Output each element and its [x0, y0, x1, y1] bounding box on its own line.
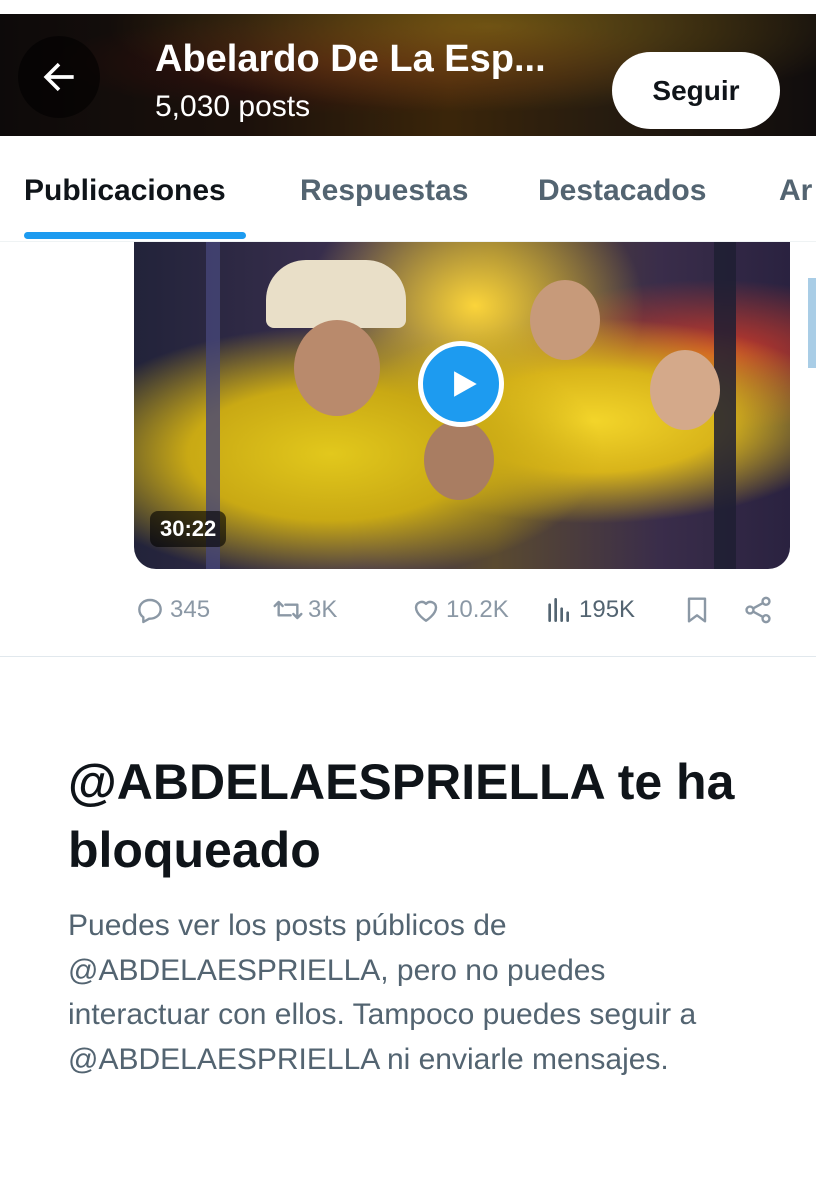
profile-tabs: Publicaciones Respuestas Destacados Ar [0, 136, 816, 242]
tab-destacados[interactable]: Destacados [538, 174, 706, 208]
blocked-description: Puedes ver los posts públicos de @ABDELA… [68, 909, 697, 1076]
bar-chart-icon [548, 598, 569, 622]
reply-button[interactable]: 345 [134, 588, 210, 632]
arrow-left-icon [43, 62, 74, 92]
repost-icon [273, 600, 303, 620]
video-scene-face [530, 280, 600, 360]
play-icon [454, 371, 477, 397]
video-duration: 30:22 [150, 511, 227, 547]
bookmark-icon [687, 597, 707, 623]
next-media-peek [808, 278, 816, 368]
video-scene-face [650, 350, 720, 430]
like-count: 10.2K [446, 596, 509, 623]
tab-publicaciones[interactable]: Publicaciones [24, 174, 226, 208]
repost-button[interactable]: 3K [272, 588, 337, 632]
reply-count: 345 [170, 596, 211, 623]
section-divider [0, 656, 816, 657]
tab-respuestas[interactable]: Respuestas [300, 174, 468, 208]
profile-name: Abelardo De La Esp... [155, 38, 546, 80]
post-action-bar: 345 3K 10.2K 195K [0, 588, 816, 632]
video-scene-face [294, 320, 380, 416]
share-icon [745, 596, 771, 624]
share-button[interactable] [742, 588, 774, 632]
video-thumbnail[interactable]: 30:22 [134, 240, 790, 569]
play-button[interactable] [418, 341, 504, 427]
tab-articulos[interactable]: Ar [779, 174, 812, 208]
post-count: 5,030 posts [155, 90, 311, 123]
video-scene-cap [266, 260, 406, 328]
heart-icon [414, 600, 438, 622]
like-button[interactable]: 10.2K [410, 588, 509, 632]
follow-button[interactable]: Seguir [612, 52, 780, 129]
views-button[interactable]: 195K [543, 588, 635, 632]
repost-count: 3K [308, 596, 338, 623]
video-scene-face [424, 420, 494, 500]
blocked-title: @ABDELAESPRIELLA te ha bloqueado [68, 754, 735, 878]
back-button[interactable] [18, 36, 100, 118]
active-tab-indicator [24, 232, 246, 239]
profile-header: Abelardo De La Esp... 5,030 posts Seguir [0, 14, 816, 136]
bookmark-button[interactable] [681, 588, 713, 632]
reply-icon [138, 598, 162, 624]
view-count: 195K [579, 596, 636, 623]
